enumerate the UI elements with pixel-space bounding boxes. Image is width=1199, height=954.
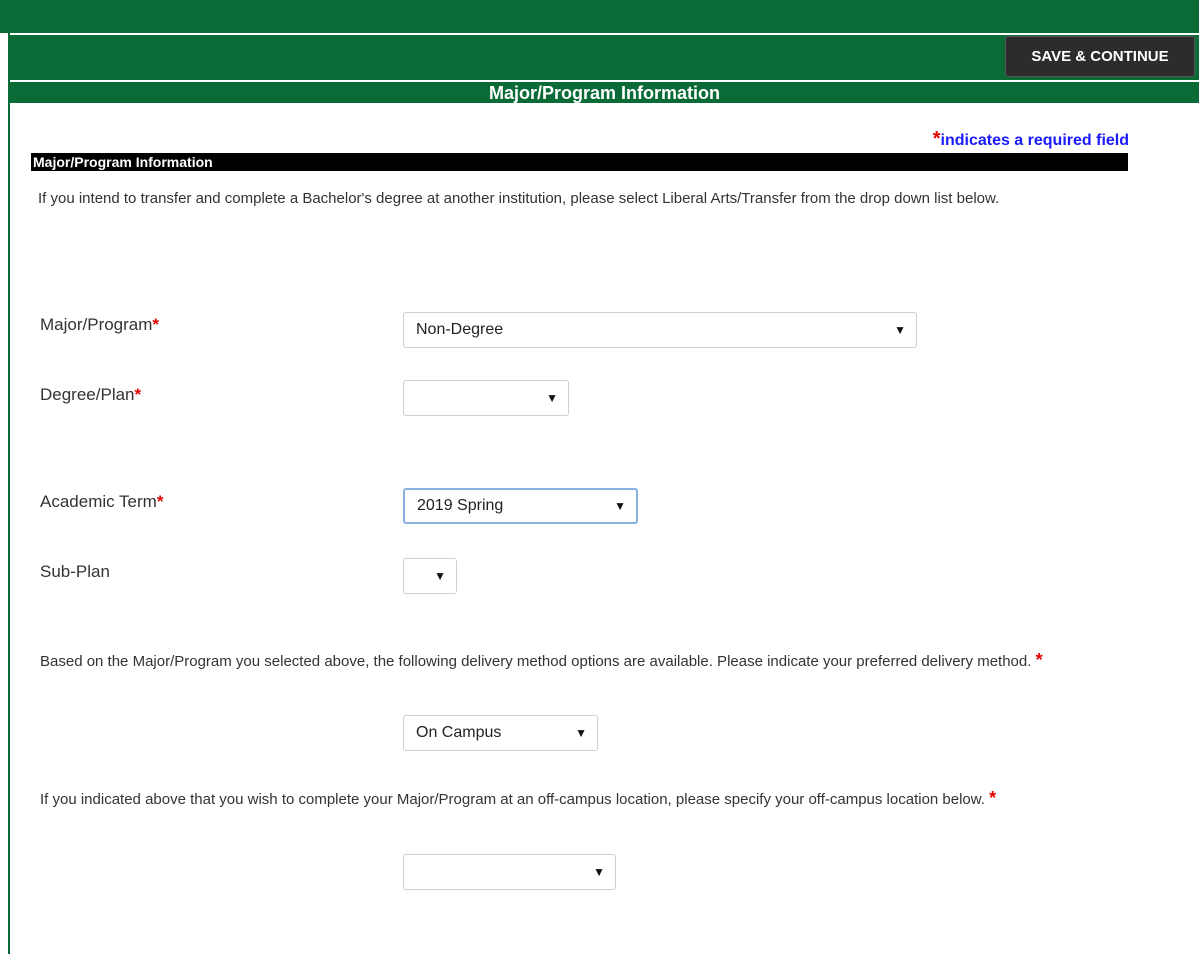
required-star: * (134, 385, 142, 404)
toolbar: SAVE & CONTINUE (10, 35, 1199, 80)
degree-plan-label-text: Degree/Plan (40, 385, 135, 404)
academic-term-label: Academic Term* (40, 492, 163, 512)
required-note-text: indicates a required field (940, 132, 1130, 149)
academic-term-label-text: Academic Term (40, 492, 157, 511)
save-continue-button[interactable]: SAVE & CONTINUE (1005, 36, 1195, 77)
sub-header: Major/Program Information (31, 153, 1128, 171)
sub-plan-label-text: Sub-Plan (40, 562, 110, 581)
major-program-select[interactable]: Non-Degree ▼ (403, 312, 917, 348)
intro-text: If you intend to transfer and complete a… (38, 190, 1000, 207)
off-campus-location-select[interactable]: ▼ (403, 854, 616, 890)
delivery-method-text: Based on the Major/Program you selected … (40, 648, 1150, 674)
required-field-note: *indicates a required field (933, 128, 1129, 151)
academic-term-select[interactable]: 2019 Spring ▼ (403, 488, 638, 524)
required-star: * (932, 128, 941, 150)
sub-plan-label: Sub-Plan (40, 562, 110, 582)
section-title: Major/Program Information (10, 81, 1199, 103)
off-campus-location-text: If you indicated above that you wish to … (40, 786, 1150, 812)
delivery-method-description: Based on the Major/Program you selected … (40, 653, 1032, 670)
chevron-down-icon: ▼ (894, 323, 906, 337)
chevron-down-icon: ▼ (614, 499, 626, 513)
required-star: * (989, 788, 997, 808)
degree-plan-select[interactable]: ▼ (403, 380, 569, 416)
required-star: * (152, 315, 160, 334)
degree-plan-label: Degree/Plan* (40, 385, 141, 405)
sub-plan-select[interactable]: ▼ (403, 558, 457, 594)
top-banner (0, 0, 1199, 33)
chevron-down-icon: ▼ (593, 865, 605, 879)
delivery-method-select[interactable]: On Campus ▼ (403, 715, 598, 751)
major-program-label-text: Major/Program (40, 315, 153, 334)
required-star: * (156, 492, 164, 511)
chevron-down-icon: ▼ (575, 726, 587, 740)
delivery-method-value: On Campus (416, 724, 502, 741)
chevron-down-icon: ▼ (434, 569, 446, 583)
academic-term-value: 2019 Spring (417, 497, 504, 514)
major-program-value: Non-Degree (416, 321, 504, 338)
off-campus-location-description: If you indicated above that you wish to … (40, 791, 985, 808)
required-star: * (1035, 650, 1043, 670)
major-program-label: Major/Program* (40, 315, 159, 335)
chevron-down-icon: ▼ (546, 391, 558, 405)
